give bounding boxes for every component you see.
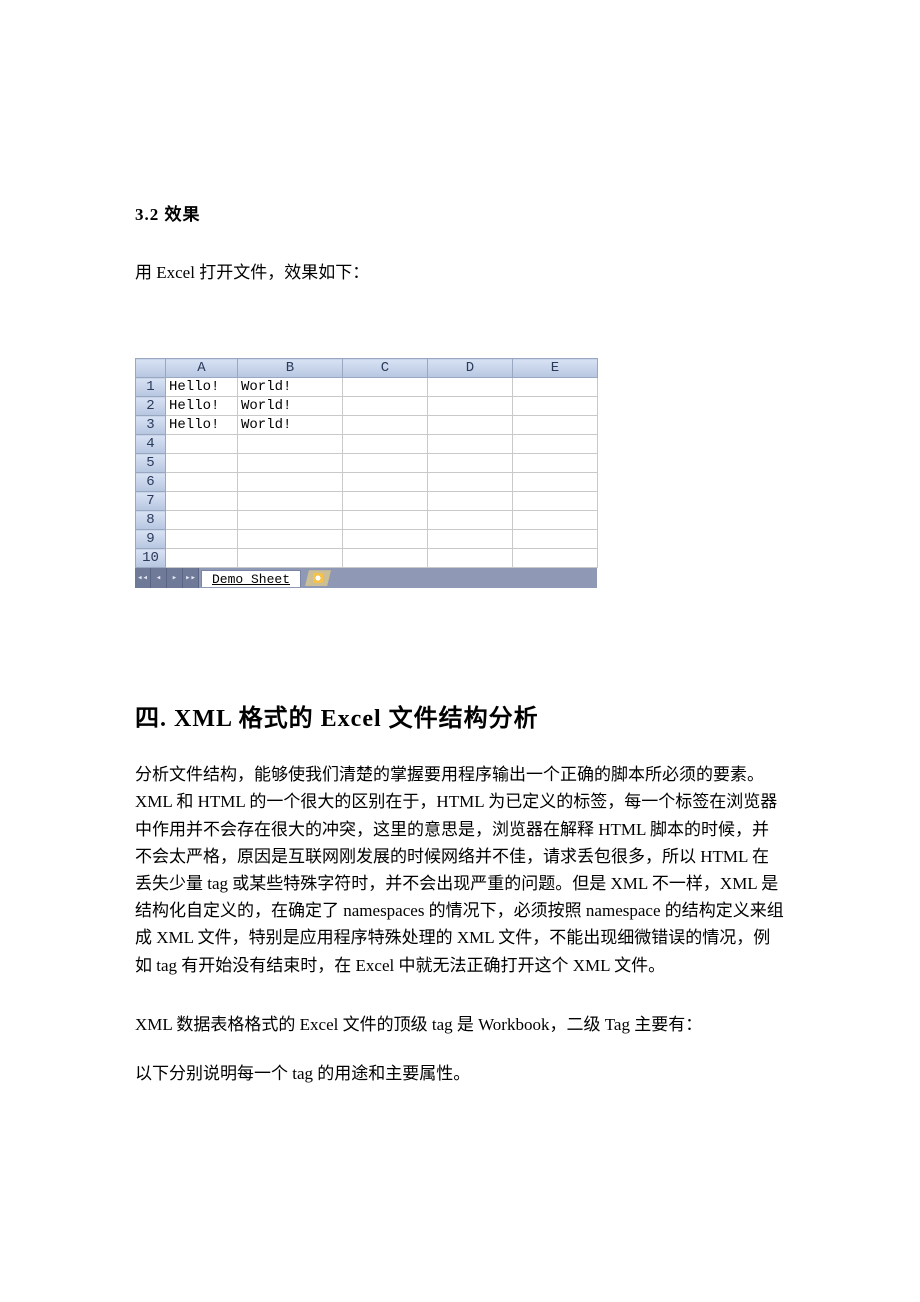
table-row: 7 bbox=[136, 492, 598, 511]
section-3.2-heading: 3.2 效果 bbox=[135, 200, 785, 225]
excel-grid: A B C D E 1Hello!World!2Hello!World!3Hel… bbox=[135, 358, 598, 568]
cell[interactable] bbox=[166, 530, 238, 549]
cell[interactable] bbox=[343, 549, 428, 568]
section-4-p3: 以下分别说明每一个 tag 的用途和主要属性。 bbox=[135, 1060, 785, 1087]
row-header[interactable]: 3 bbox=[136, 416, 166, 435]
cell[interactable] bbox=[238, 549, 343, 568]
cell[interactable] bbox=[428, 378, 513, 397]
cell[interactable] bbox=[166, 511, 238, 530]
row-header[interactable]: 9 bbox=[136, 530, 166, 549]
col-header-C[interactable]: C bbox=[343, 359, 428, 378]
cell[interactable]: World! bbox=[238, 416, 343, 435]
new-sheet-button[interactable] bbox=[305, 570, 331, 586]
cell[interactable] bbox=[343, 530, 428, 549]
table-row: 9 bbox=[136, 530, 598, 549]
col-header-D[interactable]: D bbox=[428, 359, 513, 378]
section-4-p2: XML 数据表格格式的 Excel 文件的顶级 tag 是 Workbook，二… bbox=[135, 1011, 785, 1038]
row-header[interactable]: 1 bbox=[136, 378, 166, 397]
cell[interactable] bbox=[513, 492, 598, 511]
new-sheet-icon bbox=[313, 573, 323, 583]
section-4-p1: 分析文件结构，能够使我们清楚的掌握要用程序输出一个正确的脚本所必须的要素。XML… bbox=[135, 761, 785, 979]
cell[interactable] bbox=[428, 416, 513, 435]
cell[interactable] bbox=[238, 454, 343, 473]
sheet-nav-first-icon[interactable]: ◂◂ bbox=[135, 568, 151, 588]
table-row: 10 bbox=[136, 549, 598, 568]
cell[interactable] bbox=[166, 454, 238, 473]
cell[interactable] bbox=[166, 492, 238, 511]
cell[interactable] bbox=[428, 397, 513, 416]
table-row: 3Hello!World! bbox=[136, 416, 598, 435]
sheet-tab-active[interactable]: Demo Sheet bbox=[201, 570, 301, 587]
cell[interactable] bbox=[343, 454, 428, 473]
sheet-nav-prev-icon[interactable]: ◂ bbox=[151, 568, 167, 588]
cell[interactable] bbox=[428, 435, 513, 454]
row-header[interactable]: 7 bbox=[136, 492, 166, 511]
cell[interactable] bbox=[343, 416, 428, 435]
cell[interactable] bbox=[238, 511, 343, 530]
cell[interactable] bbox=[343, 511, 428, 530]
cell[interactable] bbox=[343, 378, 428, 397]
sheet-nav-next-icon[interactable]: ▸ bbox=[167, 568, 183, 588]
excel-screenshot: A B C D E 1Hello!World!2Hello!World!3Hel… bbox=[135, 358, 597, 588]
row-header[interactable]: 6 bbox=[136, 473, 166, 492]
cell[interactable] bbox=[166, 549, 238, 568]
row-header[interactable]: 5 bbox=[136, 454, 166, 473]
table-row: 4 bbox=[136, 435, 598, 454]
sheet-tab-bar: ◂◂ ◂ ▸ ▸▸ Demo Sheet bbox=[135, 568, 597, 588]
cell[interactable] bbox=[238, 530, 343, 549]
cell[interactable] bbox=[513, 435, 598, 454]
cell[interactable] bbox=[513, 530, 598, 549]
table-row: 5 bbox=[136, 454, 598, 473]
cell[interactable] bbox=[238, 492, 343, 511]
row-header[interactable]: 8 bbox=[136, 511, 166, 530]
document-page: 3.2 效果 用 Excel 打开文件，效果如下： A B C D E 1Hel… bbox=[0, 0, 920, 1087]
cell[interactable]: World! bbox=[238, 397, 343, 416]
cell[interactable] bbox=[513, 454, 598, 473]
cell[interactable] bbox=[238, 473, 343, 492]
cell[interactable]: Hello! bbox=[166, 416, 238, 435]
cell[interactable] bbox=[238, 435, 343, 454]
row-header[interactable]: 10 bbox=[136, 549, 166, 568]
cell[interactable]: Hello! bbox=[166, 378, 238, 397]
col-header-E[interactable]: E bbox=[513, 359, 598, 378]
sheet-nav-last-icon[interactable]: ▸▸ bbox=[183, 568, 199, 588]
cell[interactable] bbox=[513, 511, 598, 530]
cell[interactable] bbox=[343, 435, 428, 454]
cell[interactable] bbox=[428, 454, 513, 473]
cell[interactable] bbox=[343, 492, 428, 511]
table-row: 6 bbox=[136, 473, 598, 492]
cell[interactable] bbox=[343, 397, 428, 416]
cell[interactable] bbox=[513, 549, 598, 568]
table-row: 1Hello!World! bbox=[136, 378, 598, 397]
select-all-corner[interactable] bbox=[136, 359, 166, 378]
cell[interactable] bbox=[428, 530, 513, 549]
cell[interactable] bbox=[343, 473, 428, 492]
section-3.2-intro: 用 Excel 打开文件，效果如下： bbox=[135, 259, 785, 286]
cell[interactable] bbox=[513, 473, 598, 492]
row-header[interactable]: 2 bbox=[136, 397, 166, 416]
table-row: 2Hello!World! bbox=[136, 397, 598, 416]
cell[interactable] bbox=[513, 378, 598, 397]
cell[interactable] bbox=[428, 492, 513, 511]
cell[interactable] bbox=[166, 435, 238, 454]
col-header-A[interactable]: A bbox=[166, 359, 238, 378]
col-header-B[interactable]: B bbox=[238, 359, 343, 378]
cell[interactable] bbox=[513, 397, 598, 416]
cell[interactable] bbox=[513, 416, 598, 435]
cell[interactable]: Hello! bbox=[166, 397, 238, 416]
sheet-nav-buttons: ◂◂ ◂ ▸ ▸▸ bbox=[135, 568, 199, 588]
cell[interactable]: World! bbox=[238, 378, 343, 397]
cell[interactable] bbox=[428, 473, 513, 492]
cell[interactable] bbox=[428, 511, 513, 530]
cell[interactable] bbox=[428, 549, 513, 568]
table-row: 8 bbox=[136, 511, 598, 530]
cell[interactable] bbox=[166, 473, 238, 492]
row-header[interactable]: 4 bbox=[136, 435, 166, 454]
section-4-heading: 四. XML 格式的 Excel 文件结构分析 bbox=[135, 698, 785, 733]
